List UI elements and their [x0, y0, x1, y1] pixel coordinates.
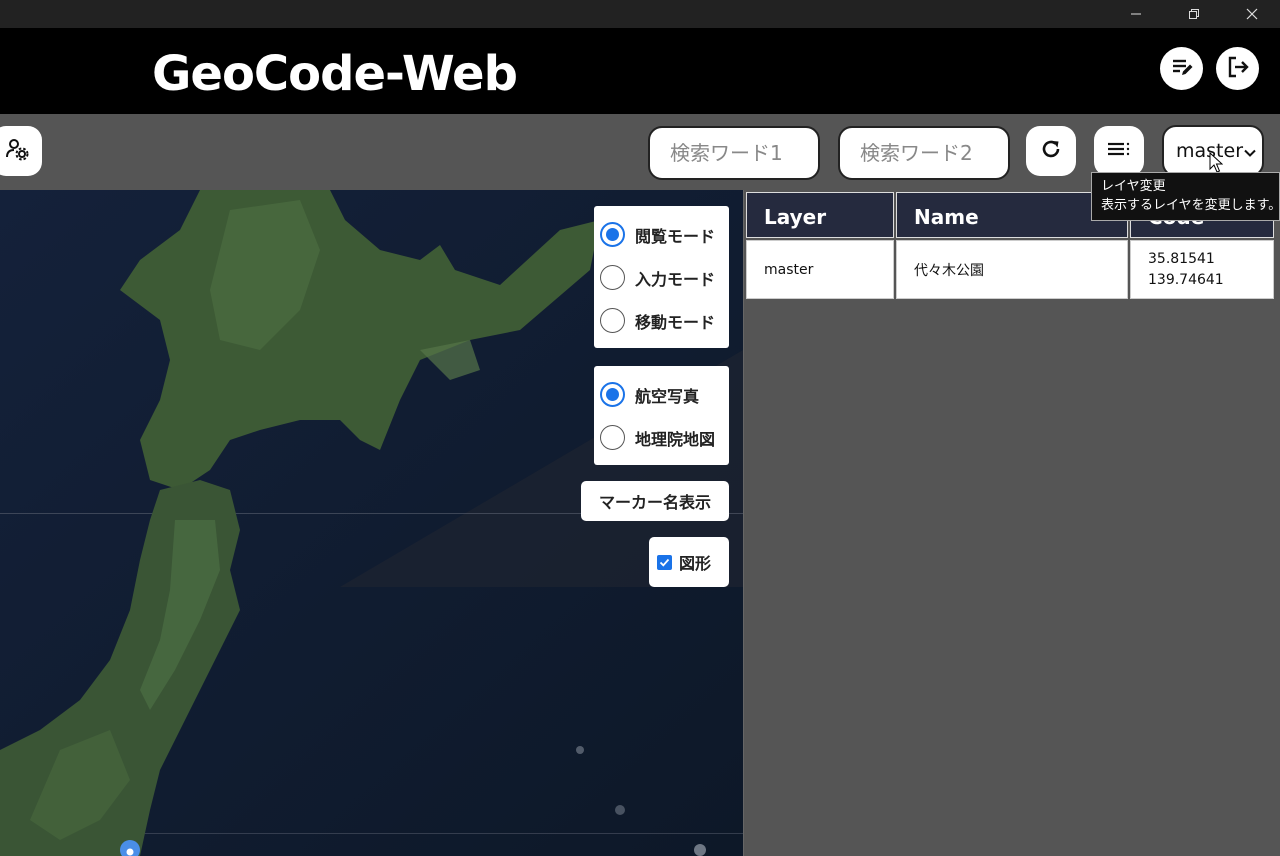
cell-code-lat: 35.81541	[1148, 250, 1215, 267]
cell-code[interactable]: 35.81541 139.74641	[1130, 240, 1274, 299]
column-header-layer[interactable]: Layer	[746, 192, 894, 238]
refresh-button[interactable]	[1026, 126, 1076, 176]
map-view[interactable]: 閲覧モード 入力モード 移動モード 航空写真 地理院地図 マーカー名表示 図形	[0, 190, 743, 856]
check-icon	[659, 558, 670, 567]
edit-list-icon	[1169, 54, 1195, 84]
basemap-radio-aerial[interactable]	[600, 382, 625, 407]
basemap-option-aerial[interactable]: 航空写真	[594, 373, 729, 416]
restore-button[interactable]	[1171, 0, 1217, 28]
mode-label-move: 移動モード	[635, 312, 716, 332]
mode-radio-move[interactable]	[600, 308, 625, 333]
mode-panel: 閲覧モード 入力モード 移動モード	[594, 206, 729, 348]
search-input-2[interactable]	[838, 126, 1010, 180]
basemap-panel: 航空写真 地理院地図	[594, 366, 729, 465]
tooltip-title: レイヤ変更	[1101, 179, 1166, 194]
restore-icon	[1188, 5, 1200, 24]
shape-toggle[interactable]: 図形	[649, 537, 729, 587]
tooltip-description: 表示するレイヤを変更します。	[1101, 198, 1280, 213]
shape-label: 図形	[679, 554, 712, 573]
close-window-button[interactable]	[1229, 0, 1275, 28]
mode-option-browse[interactable]: 閲覧モード	[594, 213, 729, 256]
minimize-icon	[1130, 5, 1142, 24]
minimize-button[interactable]	[1113, 0, 1159, 28]
cell-layer[interactable]: master	[746, 240, 894, 299]
settings-user-icon	[4, 136, 30, 166]
logout-button[interactable]	[1216, 47, 1259, 90]
mode-option-input[interactable]: 入力モード	[594, 256, 729, 299]
mode-label-browse: 閲覧モード	[635, 226, 716, 246]
basemap-radio-gsi[interactable]	[600, 425, 625, 450]
data-table: Layer Name Code master 代々木公園 35.81541 13…	[743, 190, 1280, 856]
list-menu-icon	[1106, 138, 1132, 164]
toolbar: master	[0, 114, 1280, 190]
basemap-option-gsi[interactable]: 地理院地図	[594, 416, 729, 459]
cell-name[interactable]: 代々木公園	[896, 240, 1128, 299]
basemap-label-gsi: 地理院地図	[635, 429, 716, 449]
mode-label-input: 入力モード	[635, 269, 716, 289]
marker-name-toggle-button[interactable]: マーカー名表示	[581, 481, 729, 521]
logout-icon	[1225, 54, 1251, 84]
list-menu-button[interactable]	[1094, 126, 1144, 176]
basemap-label-aerial: 航空写真	[635, 386, 700, 406]
window-titlebar	[0, 0, 1280, 28]
app-header: GeoCode-Web	[0, 28, 1280, 114]
mode-radio-browse[interactable]	[600, 222, 625, 247]
mode-option-move[interactable]: 移動モード	[594, 299, 729, 342]
cell-code-lng: 139.74641	[1148, 271, 1224, 288]
edit-list-button[interactable]	[1160, 47, 1203, 90]
chevron-down-icon	[1243, 143, 1257, 165]
user-settings-button[interactable]	[0, 126, 42, 176]
search-input-1[interactable]	[648, 126, 820, 180]
app-title: GeoCode-Web	[152, 46, 518, 102]
close-icon	[1246, 5, 1258, 24]
shape-checkbox[interactable]	[657, 554, 672, 570]
mode-radio-input[interactable]	[600, 265, 625, 290]
layer-tooltip: レイヤ変更 表示するレイヤを変更します。	[1091, 172, 1280, 221]
refresh-icon	[1039, 137, 1063, 165]
